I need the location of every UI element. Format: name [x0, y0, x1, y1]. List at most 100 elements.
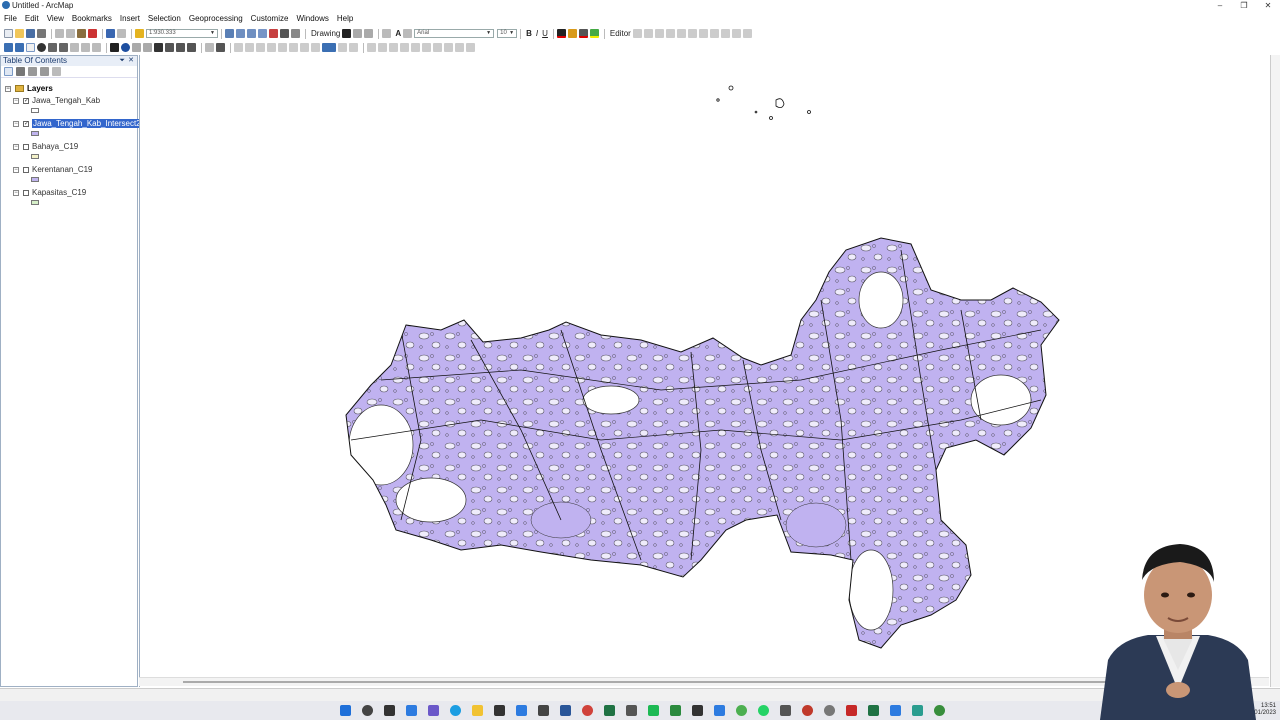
restore-icon[interactable]: ❐ [1232, 0, 1256, 12]
identify-icon[interactable] [121, 43, 130, 52]
zoom-in-icon[interactable] [4, 43, 13, 52]
app-icon[interactable] [912, 705, 923, 716]
create-viewer-window-icon[interactable] [216, 43, 225, 52]
time-slider-icon[interactable] [205, 43, 214, 52]
change-layout-icon[interactable] [349, 43, 358, 52]
rotate-tool-icon[interactable] [709, 29, 719, 38]
add-control-points-icon[interactable] [400, 43, 409, 52]
menu-insert[interactable]: Insert [116, 13, 144, 25]
layer-bahaya-c19[interactable]: − Bahaya_C19 [13, 142, 78, 151]
add-data-icon[interactable] [135, 29, 144, 38]
delete-icon[interactable] [88, 29, 97, 38]
teams-icon[interactable] [428, 705, 439, 716]
georef-rotate-icon[interactable] [378, 43, 387, 52]
menu-windows[interactable]: Windows [292, 13, 332, 25]
province-polygon-layer[interactable] [341, 230, 1071, 660]
shield-icon[interactable] [538, 705, 549, 716]
zoom-whole-page-icon[interactable] [364, 29, 374, 38]
fixed-zoom-out-icon[interactable] [59, 43, 68, 52]
widgets-icon[interactable] [406, 705, 417, 716]
layer-name[interactable]: Bahaya_C19 [32, 142, 78, 151]
list-by-drawing-order-icon[interactable] [4, 67, 13, 76]
save-icon[interactable] [26, 29, 35, 38]
layer-visibility-checkbox[interactable] [23, 166, 29, 173]
menu-view[interactable]: View [43, 13, 68, 25]
select-features-icon[interactable] [110, 43, 119, 52]
phone-icon[interactable] [648, 705, 659, 716]
menu-bookmarks[interactable]: Bookmarks [68, 13, 116, 25]
full-extent-icon[interactable] [37, 43, 46, 52]
edit-tool-icon[interactable] [632, 29, 642, 38]
word-icon[interactable] [560, 705, 571, 716]
list-by-selection-icon[interactable] [40, 67, 49, 76]
measure-icon[interactable] [187, 43, 196, 52]
edit-annotation-icon[interactable] [643, 29, 653, 38]
font-color-icon[interactable] [556, 29, 566, 38]
taskview-icon[interactable] [384, 705, 395, 716]
app-64-icon[interactable] [670, 705, 681, 716]
menu-file[interactable]: File [0, 13, 21, 25]
drawing-menu[interactable]: Drawing [309, 29, 342, 38]
layers-root[interactable]: − Layers [5, 84, 53, 93]
select-elements-icon[interactable] [342, 29, 352, 38]
layer-symbol-swatch[interactable] [31, 200, 39, 205]
layer-kapasitas-c19[interactable]: − Kapasitas_C19 [13, 188, 86, 197]
search-icon[interactable] [362, 705, 373, 716]
list-by-visibility-icon[interactable] [28, 67, 37, 76]
cut-icon[interactable] [55, 29, 64, 38]
search-window-icon[interactable] [258, 29, 267, 38]
layer-kerentanan-c19[interactable]: − Kerentanan_C19 [13, 165, 93, 174]
toggle-draft-mode-icon[interactable] [322, 43, 336, 52]
layer-symbol-swatch[interactable] [31, 177, 39, 182]
straight-segment-icon[interactable] [654, 29, 664, 38]
end-point-arc-icon[interactable] [665, 29, 675, 38]
view-raster-icon[interactable] [422, 43, 431, 52]
fill-color-icon[interactable] [567, 29, 577, 38]
layer-jawa-tengah-kab-intersect2[interactable]: − ✓ Jawa_Tengah_Kab_Intersect2 [13, 119, 142, 128]
camera-icon[interactable] [890, 705, 901, 716]
rotate-icon[interactable] [353, 29, 363, 38]
table-of-contents-icon[interactable] [236, 29, 245, 38]
close-icon[interactable]: ✕ [1256, 0, 1280, 12]
layer-symbol-swatch[interactable] [31, 154, 39, 159]
underline-button[interactable]: U [540, 29, 550, 38]
explorer-icon[interactable] [472, 705, 483, 716]
fixed-zoom-in-icon[interactable] [48, 43, 57, 52]
layout-forward-icon[interactable] [300, 43, 309, 52]
map-scale-combo[interactable]: 1:930.333 ▼ [146, 29, 218, 38]
collapse-icon[interactable]: − [13, 166, 19, 173]
collapse-icon[interactable]: − [13, 97, 19, 104]
excel-icon[interactable] [604, 705, 615, 716]
paste-icon[interactable] [77, 29, 86, 38]
html-popup-icon[interactable] [143, 43, 152, 52]
windows-start-icon[interactable] [340, 705, 351, 716]
layout-full-extent-icon[interactable] [278, 43, 287, 52]
zoom-100-icon[interactable] [267, 43, 276, 52]
app-icon[interactable] [802, 705, 813, 716]
trace-icon[interactable] [676, 29, 686, 38]
scrollbar-thumb[interactable] [183, 681, 1233, 683]
layer-visibility-checkbox[interactable] [23, 189, 29, 196]
collapse-icon[interactable]: − [5, 85, 11, 92]
layout-back-icon[interactable] [289, 43, 298, 52]
hyperlink-icon[interactable] [132, 43, 141, 52]
layer-symbol-swatch[interactable] [31, 131, 39, 136]
collapse-icon[interactable]: − [13, 143, 19, 150]
model-builder-icon[interactable] [291, 29, 300, 38]
redo-icon[interactable] [117, 29, 126, 38]
menu-help[interactable]: Help [333, 13, 357, 25]
chrome-icon[interactable] [736, 705, 747, 716]
go-back-icon[interactable] [70, 43, 79, 52]
open-icon[interactable] [15, 29, 24, 38]
catalog-icon[interactable] [247, 29, 256, 38]
close-icon[interactable]: ✕ [128, 56, 134, 66]
layer-name[interactable]: Jawa_Tengah_Kab [32, 96, 100, 105]
zoom-out-icon[interactable] [15, 43, 24, 52]
collapse-icon[interactable]: − [13, 189, 19, 196]
attributes-icon[interactable] [720, 29, 730, 38]
menu-customize[interactable]: Customize [247, 13, 293, 25]
layer-name[interactable]: Kapasitas_C19 [32, 188, 86, 197]
print-icon[interactable] [37, 29, 46, 38]
zoom-control-icon[interactable] [311, 43, 320, 52]
x-icon[interactable] [692, 705, 703, 716]
